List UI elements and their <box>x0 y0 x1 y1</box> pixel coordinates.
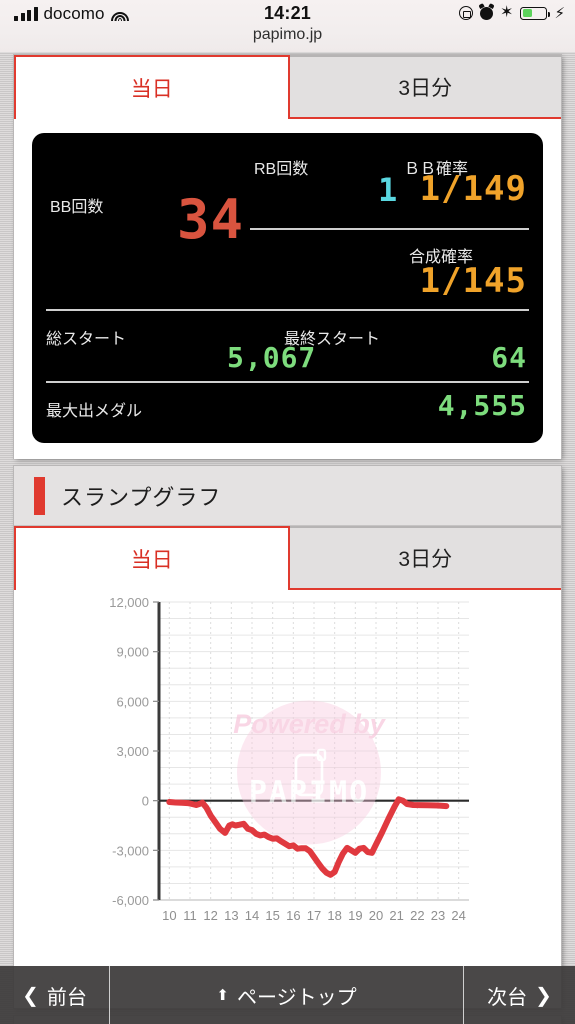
x-tick-label: 14 <box>245 908 259 923</box>
rb-count-label: RB回数 <box>254 161 309 178</box>
status-right-group: ✶ ⚡ <box>459 5 565 21</box>
slump-tabs: 当日 3日分 <box>14 526 561 590</box>
lcd-panel: BB回数 34 RB回数 1 ＢＢ確率 1/149 合成確率 1/145 総スタ… <box>32 133 543 443</box>
lcd-divider-1 <box>250 228 529 230</box>
alarm-clock-icon <box>480 6 494 20</box>
slump-section-header: スランプグラフ <box>14 466 561 526</box>
max-medal-label: 最大出メダル <box>46 403 143 420</box>
y-tick-label: -6,000 <box>112 893 149 908</box>
tab-data-3days-label: 3日分 <box>398 77 453 100</box>
bb-count-value: 34 <box>177 188 245 251</box>
next-machine-label: 次台 <box>487 986 528 1009</box>
battery-icon <box>520 6 551 20</box>
x-tick-label: 24 <box>451 908 465 923</box>
prev-machine-label: 前台 <box>46 986 87 1009</box>
watermark-line2: PAPIMO <box>249 775 369 810</box>
prev-machine-button[interactable]: ❮ 前台 <box>0 966 110 1024</box>
y-tick-label: -3,000 <box>112 843 149 858</box>
y-tick-label: 9,000 <box>116 645 149 660</box>
lcd-divider-2 <box>46 309 529 311</box>
x-tick-label: 13 <box>224 908 238 923</box>
y-tick-label: 6,000 <box>116 694 149 709</box>
next-machine-button[interactable]: 次台 ❯ <box>463 966 575 1024</box>
x-tick-label: 10 <box>162 908 176 923</box>
x-tick-label: 16 <box>286 908 300 923</box>
slump-chart: 12,000 9,000 6,000 3,000 0 -3,000 -6,000 Powere… <box>109 595 469 923</box>
lcd-divider-3 <box>46 381 529 383</box>
tab-data-today-label: 当日 <box>130 78 173 101</box>
x-tick-label: 23 <box>431 908 445 923</box>
ios-status-bar: docomo 14:21 papimo.jp ✶ ⚡ <box>0 0 575 52</box>
x-tick-label: 18 <box>327 908 341 923</box>
x-tick-label: 11 <box>183 908 197 923</box>
x-tick-label: 22 <box>410 908 424 923</box>
tab-slump-3days[interactable]: 3日分 <box>289 526 561 590</box>
slump-graph-card: スランプグラフ 当日 3日分 12,000 9,000 6,000 3,000 0 -3,… <box>14 466 561 1008</box>
tab-slump-today-label: 当日 <box>130 549 173 572</box>
y-axis: 12,000 9,000 6,000 3,000 0 -3,000 -6,000 <box>109 595 161 908</box>
y-tick-label: 0 <box>142 794 149 809</box>
rb-count-value: 1 <box>378 171 399 209</box>
tab-data-3days[interactable]: 3日分 <box>289 55 561 119</box>
lightning-bolt-icon: ⚡ <box>554 4 565 22</box>
x-tick-label: 17 <box>307 908 321 923</box>
tab-slump-today[interactable]: 当日 <box>14 526 290 590</box>
section-accent-bar <box>34 476 45 515</box>
x-tick-label: 15 <box>265 908 279 923</box>
tab-data-today[interactable]: 当日 <box>14 55 290 119</box>
last-start-value: 64 <box>491 341 527 374</box>
page-top-button[interactable]: ⬆ ページトップ <box>110 966 463 1024</box>
data-tabs: 当日 3日分 <box>14 55 561 119</box>
page-top-label: ページトップ <box>236 986 357 1009</box>
browser-domain-label: papimo.jp <box>252 26 323 43</box>
page-background: 当日 3日分 BB回数 34 RB回数 1 ＢＢ確率 1/149 合成確率 1/… <box>0 52 575 1024</box>
app-root: docomo 14:21 papimo.jp ✶ ⚡ 当日 3日分 BB回数 3… <box>0 0 575 1024</box>
machine-data-card: 当日 3日分 BB回数 34 RB回数 1 ＢＢ確率 1/149 合成確率 1/… <box>14 55 561 459</box>
x-tick-label: 20 <box>369 908 383 923</box>
x-tick-label: 19 <box>348 908 362 923</box>
x-axis: 10 11 12 13 14 15 16 17 18 19 20 21 22 23 24 <box>162 908 466 923</box>
bb-count-label: BB回数 <box>50 199 104 216</box>
total-rate-value: 1/145 <box>419 261 527 301</box>
watermark-line1: Powered by <box>233 709 387 739</box>
slump-section-title: スランプグラフ <box>61 484 222 510</box>
tab-slump-3days-label: 3日分 <box>398 548 453 571</box>
lcd-panel-wrapper: BB回数 34 RB回数 1 ＢＢ確率 1/149 合成確率 1/145 総スタ… <box>14 119 561 459</box>
y-tick-label: 3,000 <box>116 744 149 759</box>
total-start-label: 総スタート <box>46 331 127 348</box>
arrow-up-icon: ⬆ <box>216 987 229 1004</box>
bluetooth-icon: ✶ <box>500 4 514 21</box>
papimo-watermark: Powered by PAPIMO <box>233 700 387 845</box>
x-tick-label: 12 <box>203 908 217 923</box>
max-medal-value: 4,555 <box>437 389 527 422</box>
chevron-left-icon: ❮ <box>22 984 39 1007</box>
slump-chart-container: 12,000 9,000 6,000 3,000 0 -3,000 -6,000 Powere… <box>14 590 561 1005</box>
bottom-nav-bar: ❮ 前台 ⬆ ページトップ 次台 ❯ <box>0 966 575 1024</box>
last-start-label: 最終スタート <box>284 331 381 348</box>
rotation-lock-icon <box>459 6 474 20</box>
x-tick-label: 21 <box>389 908 403 923</box>
y-tick-label: 12,000 <box>109 595 149 610</box>
bb-rate-value: 1/149 <box>419 169 527 209</box>
chevron-right-icon: ❯ <box>535 984 552 1007</box>
